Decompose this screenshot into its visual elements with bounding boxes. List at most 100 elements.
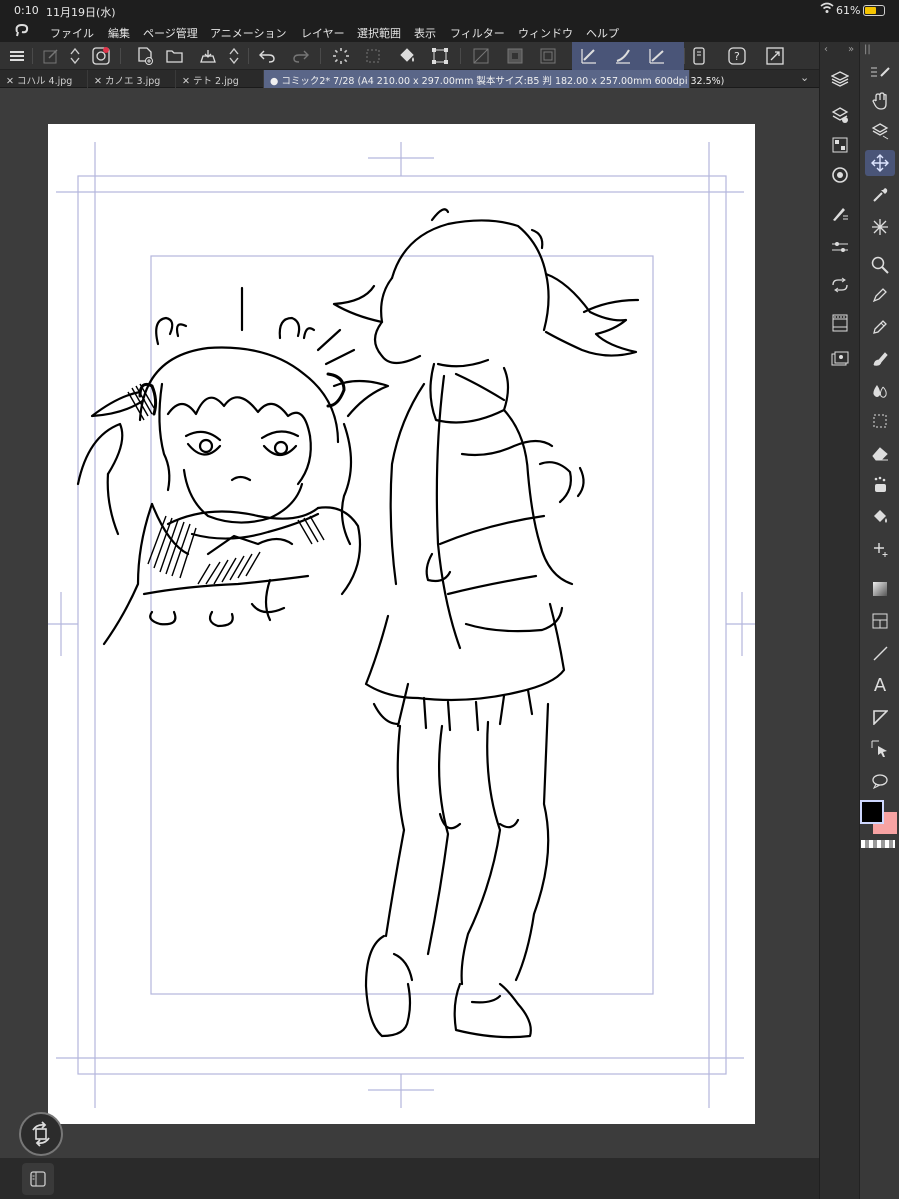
save-icon[interactable] bbox=[197, 45, 219, 67]
decoration-tool-icon[interactable] bbox=[865, 536, 895, 562]
tab-teto[interactable]: ✕ テト 2.jpg bbox=[176, 70, 264, 88]
menu-page[interactable]: ページ管理 bbox=[143, 25, 198, 41]
fill-tool-icon[interactable] bbox=[865, 504, 895, 530]
wifi-icon bbox=[820, 2, 834, 18]
menu-animation[interactable]: アニメーション bbox=[210, 25, 287, 41]
hand-tool-icon[interactable] bbox=[865, 88, 895, 114]
timeline-icon[interactable] bbox=[825, 310, 855, 336]
cloud-sync-icon[interactable] bbox=[90, 45, 112, 67]
pen-settings-icon[interactable] bbox=[865, 62, 895, 82]
menu-view[interactable]: 表示 bbox=[414, 25, 436, 41]
battery-percent: 61% bbox=[836, 4, 861, 17]
menu-bar: ファイル 編集 ページ管理 アニメーション レイヤー 選択範囲 表示 フィルター… bbox=[0, 22, 899, 42]
device-icon[interactable] bbox=[688, 45, 710, 67]
redo-icon[interactable] bbox=[290, 45, 312, 67]
canvas-page[interactable] bbox=[48, 124, 755, 1124]
pen-tool-icon[interactable] bbox=[865, 282, 895, 308]
stabilizer-pen-icon[interactable] bbox=[578, 45, 600, 67]
menu-edit[interactable]: 編集 bbox=[108, 25, 130, 41]
brush-pressure-icon[interactable] bbox=[612, 45, 634, 67]
line-tool-icon[interactable] bbox=[865, 640, 895, 666]
chevron-left-icon[interactable]: ‹ bbox=[824, 44, 828, 55]
help-icon[interactable]: ? bbox=[726, 45, 748, 67]
close-icon[interactable]: ✕ bbox=[94, 76, 102, 87]
open-folder-icon[interactable] bbox=[164, 45, 186, 67]
new-file-icon[interactable] bbox=[134, 45, 156, 67]
menu-filter[interactable]: フィルター bbox=[450, 25, 505, 41]
expand-canvas-icon[interactable] bbox=[764, 45, 786, 67]
eraser-tool-icon[interactable] bbox=[865, 440, 895, 466]
menu-selection[interactable]: 選択範囲 bbox=[357, 25, 401, 41]
frame-tool-icon[interactable] bbox=[865, 608, 895, 634]
panel-icon bbox=[30, 1171, 46, 1187]
navigator-icon[interactable] bbox=[825, 132, 855, 158]
fill-bucket-icon[interactable] bbox=[396, 45, 418, 67]
convert-selection-icon[interactable] bbox=[537, 45, 559, 67]
layer-palette-icon[interactable] bbox=[825, 66, 855, 92]
tab-koharu[interactable]: ✕ コハル 4.jpg bbox=[0, 70, 88, 88]
loading-spinner-icon[interactable] bbox=[330, 45, 352, 67]
color-wheel-icon[interactable] bbox=[825, 272, 855, 298]
ruler-snap-icon[interactable] bbox=[646, 45, 668, 67]
invert-selection-icon[interactable] bbox=[504, 45, 526, 67]
edit-icon[interactable] bbox=[40, 45, 62, 67]
undo-icon[interactable] bbox=[256, 45, 278, 67]
tab-kanoe[interactable]: ✕ カノエ 3.jpg bbox=[88, 70, 176, 88]
up-down-arrows-icon[interactable] bbox=[64, 45, 86, 67]
blend-tool-icon[interactable] bbox=[865, 378, 895, 404]
canvas-area[interactable] bbox=[0, 88, 819, 1158]
auto-select-icon[interactable] bbox=[865, 472, 895, 498]
text-tool-icon[interactable]: A bbox=[865, 672, 895, 698]
main-color-swatch[interactable] bbox=[860, 800, 884, 824]
status-date: 11月19日(水) bbox=[46, 6, 116, 19]
selection-layer-icon[interactable] bbox=[362, 45, 384, 67]
move-tool-icon[interactable] bbox=[865, 150, 895, 176]
menu-help[interactable]: ヘルプ bbox=[586, 25, 619, 41]
gradient-tool-icon[interactable] bbox=[865, 576, 895, 602]
close-icon[interactable]: ✕ bbox=[182, 76, 190, 87]
clear-outside-icon[interactable] bbox=[470, 45, 492, 67]
speech-balloon-icon[interactable] bbox=[865, 768, 895, 794]
zoom-icon[interactable] bbox=[865, 252, 895, 278]
tab-comic[interactable]: ● コミック2* 7/28 (A4 210.00 x 297.00mm 製本サイ… bbox=[264, 70, 724, 88]
tool-palette: || A bbox=[859, 42, 899, 1199]
command-bar: ? bbox=[0, 42, 819, 70]
bottom-bar bbox=[0, 1158, 819, 1199]
manga-sketch-drawing bbox=[48, 142, 755, 1108]
chevron-down-icon[interactable]: ⌄ bbox=[800, 71, 809, 84]
tab-label: コミック2* 7/28 (A4 210.00 x 297.00mm 製本サイズ:… bbox=[281, 76, 725, 87]
shape-tool-icon[interactable] bbox=[865, 704, 895, 730]
layer-property-icon[interactable] bbox=[825, 102, 855, 128]
rotate-reset-button[interactable] bbox=[19, 1112, 63, 1156]
brush-size-icon[interactable] bbox=[825, 234, 855, 260]
menu-layer[interactable]: レイヤー bbox=[301, 25, 345, 41]
menu-file[interactable]: ファイル bbox=[50, 25, 94, 41]
unsaved-dot-icon: ● bbox=[270, 76, 279, 87]
double-chevron-icon[interactable]: » bbox=[848, 44, 854, 55]
selection-tool-icon[interactable] bbox=[865, 408, 895, 434]
document-tabs: ✕ コハル 4.jpg ✕ カノエ 3.jpg ✕ テト 2.jpg ● コミッ… bbox=[0, 70, 819, 88]
material-icon[interactable] bbox=[825, 346, 855, 372]
close-icon[interactable]: ✕ bbox=[6, 76, 14, 87]
palette-dock: ‹ » bbox=[819, 42, 859, 1199]
rotate-icon bbox=[32, 1121, 50, 1147]
battery-icon bbox=[863, 5, 885, 16]
tool-property-icon[interactable] bbox=[825, 200, 855, 226]
object-select-icon[interactable] bbox=[865, 736, 895, 762]
sparkle-tool-icon[interactable] bbox=[865, 214, 895, 240]
brush-tool-icon[interactable] bbox=[865, 346, 895, 372]
right-character-sketch bbox=[332, 208, 640, 1039]
eyedropper-icon[interactable] bbox=[865, 182, 895, 208]
menu-window[interactable]: ウィンドウ bbox=[518, 25, 573, 41]
sidebar-toggle-button[interactable] bbox=[22, 1163, 54, 1195]
app-logo-icon[interactable] bbox=[14, 23, 30, 41]
transform-icon[interactable] bbox=[429, 45, 451, 67]
sub-view-icon[interactable] bbox=[825, 162, 855, 188]
collapse-icon[interactable]: || bbox=[864, 44, 871, 55]
pencil-tool-icon[interactable] bbox=[865, 314, 895, 340]
up-down-arrows-icon-2[interactable] bbox=[223, 45, 245, 67]
tab-label: コハル 4.jpg bbox=[17, 76, 73, 87]
hamburger-menu-icon[interactable] bbox=[6, 45, 28, 67]
layer-move-icon[interactable] bbox=[865, 118, 895, 144]
transparent-color-swatch[interactable] bbox=[861, 840, 895, 848]
